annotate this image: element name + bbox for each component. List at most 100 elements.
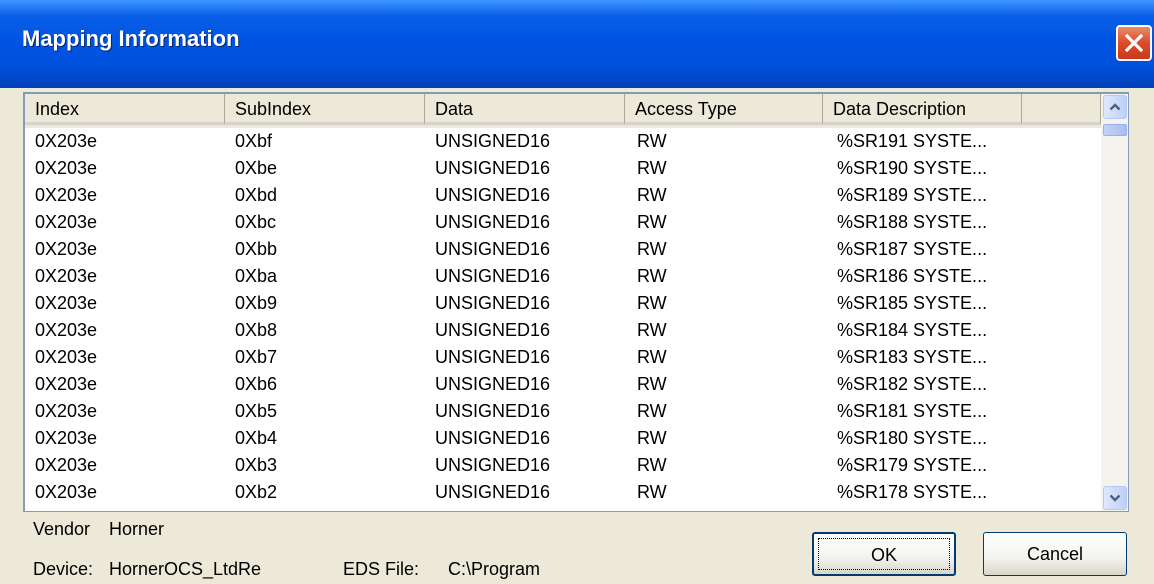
device-label: Device: [33,559,94,579]
cell-index: 0X203e [35,482,98,502]
cell-data-description: %SR190 SYSTE... [837,158,988,178]
cell-data-description: %SR186 SYSTE... [837,266,988,286]
cell-access-type: RW [637,266,667,286]
table-row[interactable]: 0X203e 0Xbb UNSIGNED16 RW %SR187 SYSTE... [25,236,1101,263]
list-rows: 0X203e 0Xbf UNSIGNED16 RW %SR191 SYSTE... 0X2… [25,128,1101,511]
cell-data: UNSIGNED16 [435,455,551,475]
table-row[interactable]: 0X203e 0Xb6 UNSIGNED16 RW %SR182 SYSTE... [25,371,1101,398]
mapping-information-dialog: Mapping Information Index SubIndex Data … [0,0,1154,584]
cell-subindex: 0Xb4 [235,428,278,448]
column-header-data-description[interactable]: Data Description [823,94,1022,125]
column-header-data[interactable]: Data [425,94,625,125]
table-row[interactable]: 0X203e 0Xba UNSIGNED16 RW %SR186 SYSTE... [25,263,1101,290]
table-row[interactable]: 0X203e 0Xb3 UNSIGNED16 RW %SR179 SYSTE... [25,452,1101,479]
cell-data-description: %SR185 SYSTE... [837,293,988,313]
cell-subindex: 0Xbb [235,239,278,259]
close-button[interactable] [1116,25,1152,61]
cell-subindex: 0Xb3 [235,455,278,475]
cell-data: UNSIGNED16 [435,185,551,205]
cell-data: UNSIGNED16 [435,293,551,313]
cell-index: 0X203e [35,131,98,151]
table-row[interactable]: 0X203e 0Xb9 UNSIGNED16 RW %SR185 SYSTE... [25,290,1101,317]
table-row[interactable]: 0X203e 0Xbf UNSIGNED16 RW %SR191 SYSTE... [25,128,1101,155]
cell-data: UNSIGNED16 [435,266,551,286]
cell-subindex: 0Xbf [235,131,273,151]
table-row[interactable]: 0X203e 0Xb8 UNSIGNED16 RW %SR184 SYSTE... [25,317,1101,344]
cell-access-type: RW [637,428,667,448]
cell-data-description: %SR178 SYSTE... [837,482,988,502]
cell-data-description: %SR189 SYSTE... [837,185,988,205]
cell-index: 0X203e [35,239,98,259]
cell-data-description: %SR183 SYSTE... [837,347,988,367]
cell-access-type: RW [637,185,667,205]
cell-subindex: 0Xb7 [235,347,278,367]
scroll-thumb[interactable] [1103,124,1127,136]
eds-file-label: EDS File: [343,559,420,579]
mapping-list[interactable]: Index SubIndex Data Access Type Data Des… [23,92,1129,512]
cell-access-type: RW [637,482,667,502]
cell-index: 0X203e [35,428,98,448]
cell-data: UNSIGNED16 [435,482,551,502]
cell-access-type: RW [637,212,667,232]
cell-data-description: %SR182 SYSTE... [837,374,988,394]
cell-index: 0X203e [35,455,98,475]
cell-access-type: RW [637,239,667,259]
cell-data-description: %SR184 SYSTE... [837,320,988,340]
cell-subindex: 0Xba [235,266,278,286]
column-header-empty [1022,94,1101,125]
scroll-up-button[interactable] [1103,95,1127,119]
cell-data-description: %SR191 SYSTE... [837,131,988,151]
cell-data-description: %SR180 SYSTE... [837,428,988,448]
title-bar[interactable]: Mapping Information [0,0,1154,88]
cell-data-description: %SR181 SYSTE... [837,401,988,421]
cell-index: 0X203e [35,158,98,178]
cell-index: 0X203e [35,347,98,367]
cell-index: 0X203e [35,266,98,286]
cell-data: UNSIGNED16 [435,428,551,448]
vendor-value: Horner [109,519,165,539]
table-row[interactable]: 0X203e 0Xb5 UNSIGNED16 RW %SR181 SYSTE... [25,398,1101,425]
chevron-down-icon [1109,494,1121,502]
table-row[interactable]: 0X203e 0Xb4 UNSIGNED16 RW %SR180 SYSTE... [25,425,1101,452]
cell-access-type: RW [637,131,667,151]
table-row[interactable]: 0X203e 0Xb2 UNSIGNED16 RW %SR178 SYSTE... [25,479,1101,506]
eds-file-value: C:\Program [448,559,541,579]
cell-access-type: RW [637,401,667,421]
cell-access-type: RW [637,293,667,313]
cell-data: UNSIGNED16 [435,131,551,151]
vendor-label: Vendor [33,519,91,539]
focus-rectangle [818,538,950,570]
cell-data-description: %SR188 SYSTE... [837,212,988,232]
scroll-down-button[interactable] [1103,486,1127,510]
cell-index: 0X203e [35,320,98,340]
cell-access-type: RW [637,320,667,340]
table-row[interactable]: 0X203e 0Xbe UNSIGNED16 RW %SR190 SYSTE... [25,155,1101,182]
cell-index: 0X203e [35,401,98,421]
cell-access-type: RW [637,158,667,178]
cell-data: UNSIGNED16 [435,347,551,367]
device-value: HornerOCS_LtdRe [109,559,262,579]
column-header-subindex[interactable]: SubIndex [225,94,425,125]
cell-subindex: 0Xb8 [235,320,278,340]
vertical-scrollbar[interactable] [1101,94,1128,511]
cell-subindex: 0Xb6 [235,374,278,394]
table-row[interactable]: 0X203e 0Xbd UNSIGNED16 RW %SR189 SYSTE... [25,182,1101,209]
table-row[interactable]: 0X203e 0Xb7 UNSIGNED16 RW %SR183 SYSTE... [25,344,1101,371]
cell-data: UNSIGNED16 [435,401,551,421]
cell-subindex: 0Xb5 [235,401,278,421]
window-title: Mapping Information [22,26,240,51]
table-row[interactable]: 0X203e 0Xbc UNSIGNED16 RW %SR188 SYSTE... [25,209,1101,236]
column-header-index[interactable]: Index [25,94,225,125]
close-icon [1125,34,1143,52]
cell-data-description: %SR179 SYSTE... [837,455,988,475]
column-header-access-type[interactable]: Access Type [625,94,823,125]
cell-access-type: RW [637,347,667,367]
ok-button[interactable]: OK [812,532,956,576]
cell-subindex: 0Xbd [235,185,278,205]
cell-data: UNSIGNED16 [435,158,551,178]
cell-data: UNSIGNED16 [435,239,551,259]
cell-access-type: RW [637,374,667,394]
cell-data: UNSIGNED16 [435,320,551,340]
cancel-button[interactable]: Cancel [983,532,1127,576]
list-header: Index SubIndex Data Access Type Data Des… [25,94,1101,128]
